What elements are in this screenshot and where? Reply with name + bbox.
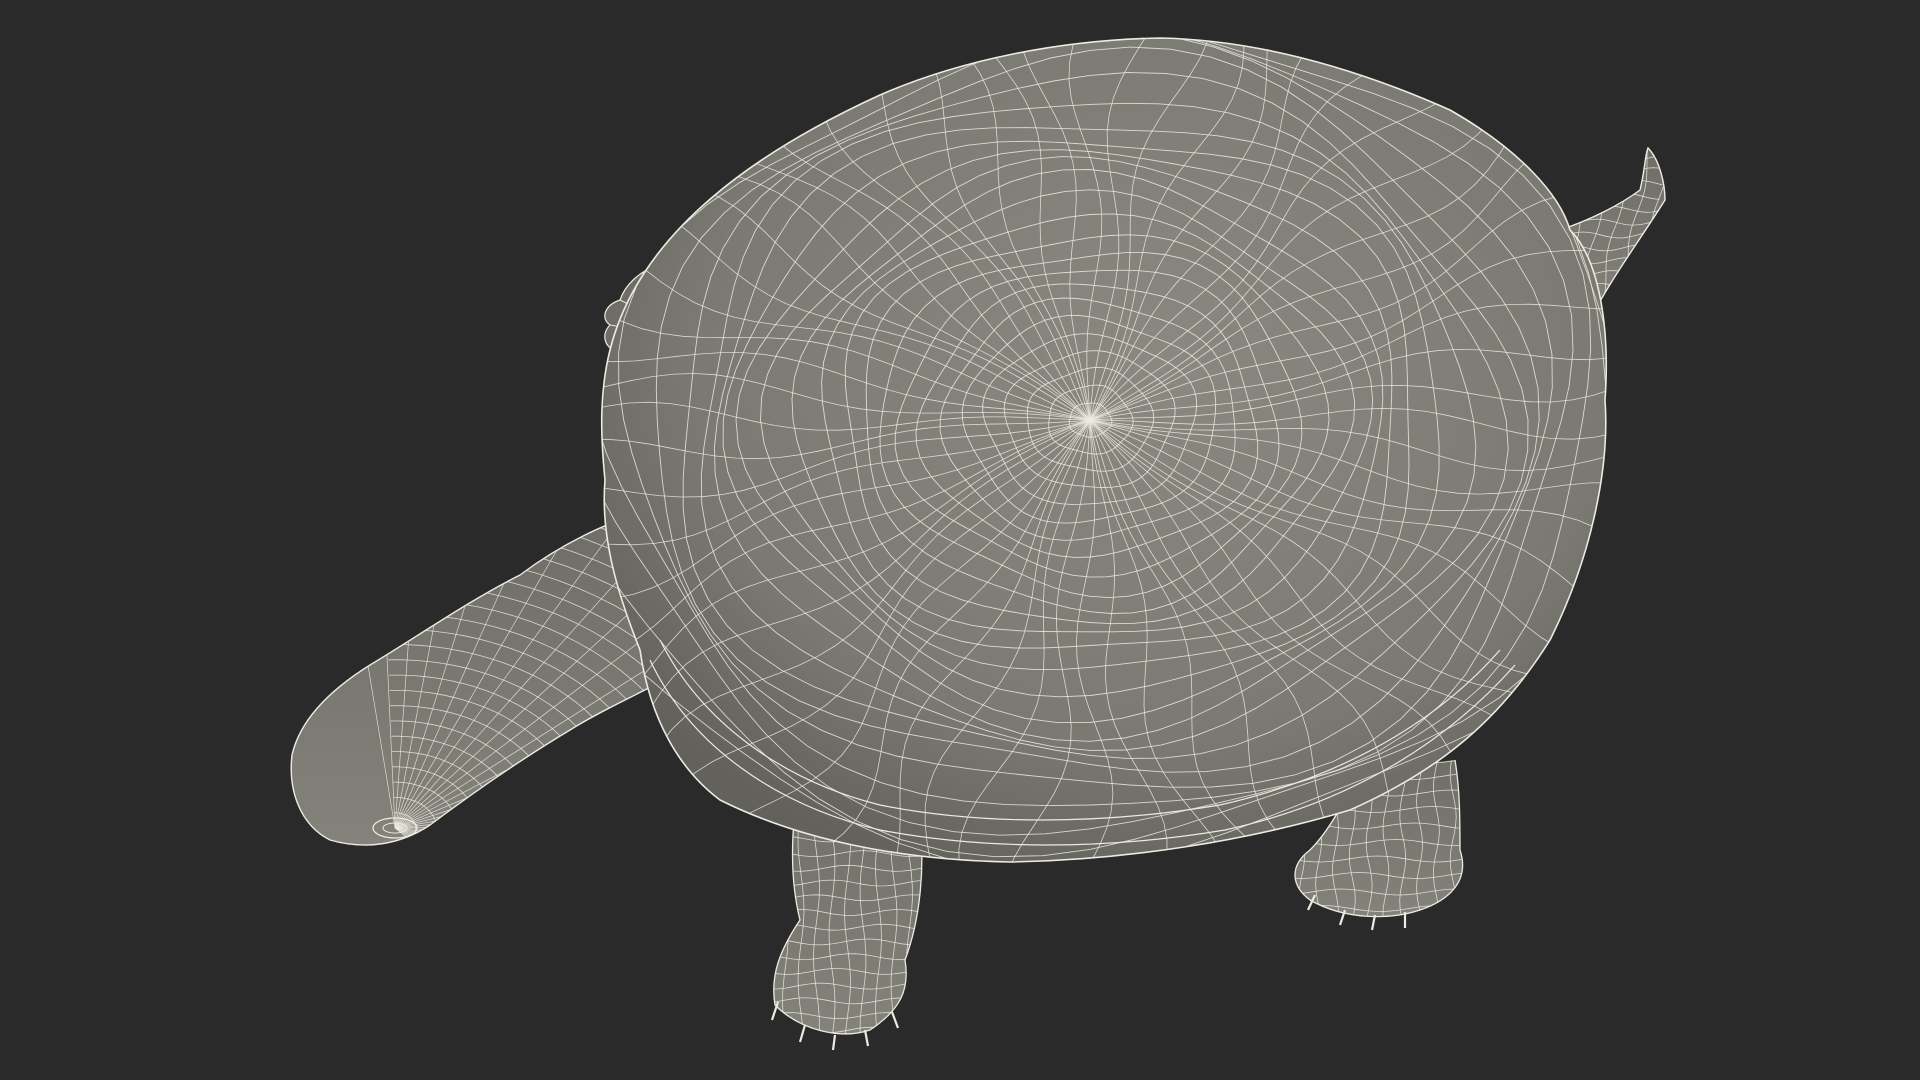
render-viewport bbox=[0, 0, 1920, 1080]
shell bbox=[600, 37, 1608, 863]
turtle-wireframe-render bbox=[290, 37, 1666, 1051]
